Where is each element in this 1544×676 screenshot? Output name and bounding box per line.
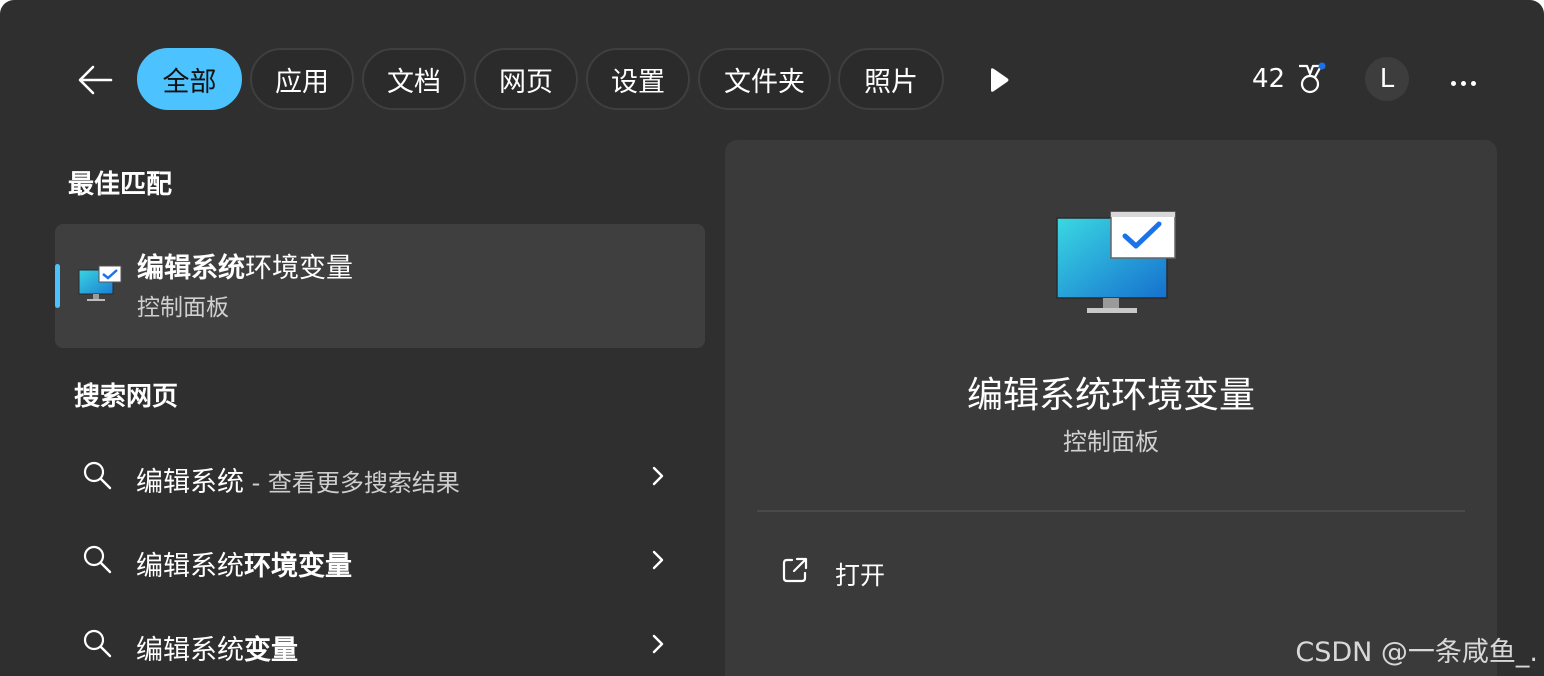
rewards-points[interactable]: 42	[1252, 62, 1327, 96]
search-panel: 全部 应用 文档 网页 设置 文件夹 照片 42 L 最佳匹配 编辑系统环境变量…	[0, 0, 1544, 676]
divider	[757, 510, 1465, 512]
more-options-button[interactable]	[1443, 60, 1483, 100]
open-button[interactable]: 打开	[775, 544, 1075, 600]
web-search-text: 编辑系统变量	[136, 635, 298, 666]
web-search-item[interactable]: 编辑系统环境变量	[70, 530, 690, 590]
web-search-item[interactable]: 编辑系统 - 查看更多搜索结果	[70, 446, 690, 506]
rewards-medal-icon	[1299, 62, 1326, 94]
web-search-text: 编辑系统环境变量	[136, 551, 352, 582]
more-filters-button[interactable]	[983, 64, 1013, 96]
monitor-check-icon	[78, 265, 122, 301]
best-match-subtitle: 控制面板	[137, 295, 229, 321]
play-icon	[991, 68, 1009, 92]
search-icon	[83, 629, 112, 658]
points-count: 42	[1252, 64, 1286, 94]
filter-chip-web[interactable]: 网页	[474, 48, 578, 110]
filter-chip-photos[interactable]: 照片	[838, 48, 944, 110]
filter-chip-all[interactable]: 全部	[137, 48, 242, 110]
detail-pane: 编辑系统环境变量 控制面板 打开	[725, 140, 1497, 676]
chevron-right-icon	[652, 466, 664, 486]
user-avatar[interactable]: L	[1365, 57, 1409, 101]
monitor-check-icon	[1056, 211, 1176, 313]
filter-chip-folders[interactable]: 文件夹	[698, 48, 831, 110]
best-match-result[interactable]: 编辑系统环境变量 控制面板	[55, 224, 705, 348]
best-match-title: 编辑系统环境变量	[137, 253, 353, 284]
back-button[interactable]	[70, 56, 120, 104]
filter-chip-settings[interactable]: 设置	[586, 48, 690, 110]
web-search-heading: 搜索网页	[74, 382, 179, 412]
chevron-right-icon	[652, 550, 664, 570]
detail-title: 编辑系统环境变量	[966, 375, 1255, 416]
filter-chip-documents[interactable]: 文档	[362, 48, 466, 110]
open-label: 打开	[835, 561, 886, 590]
search-icon	[83, 461, 112, 490]
watermark: CSDN @一条咸鱼_.	[1295, 637, 1538, 668]
more-ellipsis-icon	[1448, 71, 1478, 90]
best-match-heading: 最佳匹配	[68, 170, 173, 200]
open-external-icon	[782, 557, 808, 583]
chevron-right-icon	[652, 634, 664, 654]
selection-indicator	[55, 264, 60, 308]
detail-subtitle: 控制面板	[1063, 428, 1159, 456]
back-arrow-icon	[78, 65, 113, 95]
filter-chip-apps[interactable]: 应用	[250, 48, 354, 110]
web-search-item[interactable]: 编辑系统变量	[70, 614, 690, 674]
web-search-text: 编辑系统 - 查看更多搜索结果	[136, 467, 460, 498]
search-icon	[83, 545, 112, 574]
